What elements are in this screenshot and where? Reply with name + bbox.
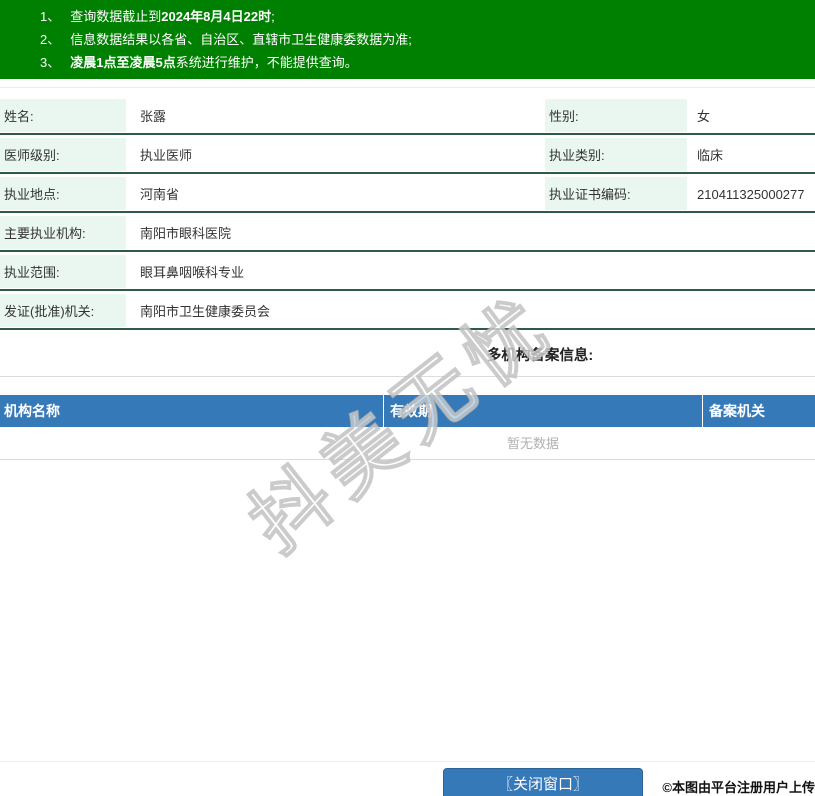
certificate-number-value: 210411325000277 [697,176,805,211]
info-row-location-certificate: 执业地点: 河南省 执业证书编码: 210411325000277 [0,176,815,213]
close-window-button[interactable]: 〖关闭窗口〗 [443,768,643,796]
col-header-validity-period: 有效期 [383,395,702,427]
col-header-filing-authority: 备案机关 [702,395,815,427]
page: 1、查询数据截止到2024年8月4日22时; 2、信息数据结果以各省、自治区、直… [0,0,815,796]
info-row-practice-scope: 执业范围: 眼耳鼻咽喉科专业 [0,254,815,291]
practice-scope-value: 眼耳鼻咽喉科专业 [140,254,244,289]
notice-banner: 1、查询数据截止到2024年8月4日22时; 2、信息数据结果以各省、自治区、直… [0,0,815,79]
notice-text: ; [271,9,275,24]
filing-section-title: 多机构备案信息: [0,344,815,365]
info-row-name-gender: 姓名: 张露 性别: 女 [0,98,815,135]
practice-location-value: 河南省 [140,176,179,211]
practice-category-label: 执业类别: [545,138,687,171]
empty-data-row: 暂无数据 [0,427,815,460]
certificate-number-label: 执业证书编码: [545,177,687,210]
practice-category-value: 临床 [697,137,723,172]
main-institution-label: 主要执业机构: [0,216,126,249]
empty-data-text: 暂无数据 [507,436,559,451]
notice-number: 1、 [40,9,60,24]
notice-text: 系统进行维护，不能提供查询。 [176,55,358,70]
col-header-institution-name: 机构名称 [0,395,383,427]
info-row-level-category: 医师级别: 执业医师 执业类别: 临床 [0,137,815,174]
notice-line-3: 3、凌晨1点至凌晨5点系统进行维护，不能提供查询。 [40,51,815,74]
notice-number: 3、 [40,55,60,70]
info-row-issuing-authority: 发证(批准)机关: 南阳市卫生健康委员会 [0,293,815,330]
doctor-level-label: 医师级别: [0,138,126,171]
gender-label: 性别: [545,99,687,132]
notice-number: 2、 [40,32,60,47]
gender-value: 女 [697,98,710,133]
notice-text: 查询数据截止到 [70,9,161,24]
issuing-authority-label: 发证(批准)机关: [0,294,126,327]
practice-scope-label: 执业范围: [0,255,126,288]
name-value: 张露 [140,98,166,133]
upload-credit-text: ©本图由平台注册用户上传 [662,777,815,796]
filing-table-header: 机构名称 有效期 备案机关 [0,395,815,427]
main-institution-value: 南阳市眼科医院 [140,215,231,250]
notice-line-1: 1、查询数据截止到2024年8月4日22时; [40,5,815,28]
practice-location-label: 执业地点: [0,177,126,210]
notice-text: 信息数据结果以各省、自治区、直辖市卫生健康委数据为准; [70,32,412,47]
notice-text-bold: 2024年8月4日22时 [161,9,271,24]
footer-divider [0,761,815,762]
doctor-level-value: 执业医师 [140,137,192,172]
banner-divider [0,87,815,88]
section-divider [0,376,815,377]
notice-line-2: 2、信息数据结果以各省、自治区、直辖市卫生健康委数据为准; [40,28,815,51]
notice-text-bold: 凌晨1点至凌晨5点 [70,55,175,70]
issuing-authority-value: 南阳市卫生健康委员会 [140,293,270,328]
name-label: 姓名: [0,99,126,132]
info-row-main-institution: 主要执业机构: 南阳市眼科医院 [0,215,815,252]
